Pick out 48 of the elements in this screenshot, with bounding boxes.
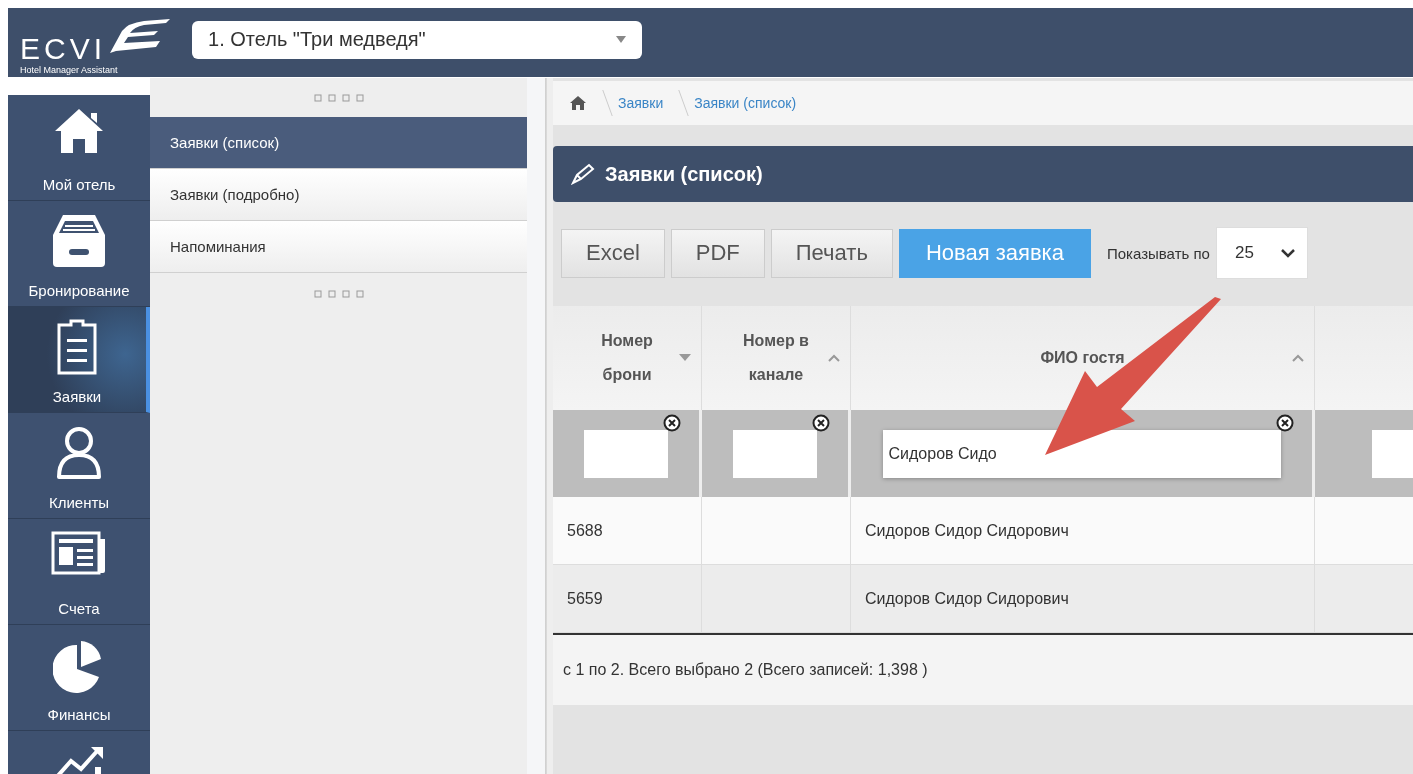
newspaper-icon [51,531,107,575]
home-icon[interactable] [569,95,587,111]
export-button[interactable]: Печать [770,228,893,278]
column-title: ФИО гостя [1040,348,1125,368]
panel-title: Заявки (список) [605,162,763,186]
breadcrumb-link[interactable]: Заявки (список) [694,95,797,111]
filter-input[interactable]: Сидоров Сидо [882,429,1281,478]
column-header[interactable]: Номер в канале [702,306,851,410]
table-cell: 5688 [553,497,702,565]
column-header[interactable]: Номер брони [553,306,702,410]
breadcrumb-link[interactable]: Заявки [618,95,664,111]
logo-wordmark: ECVI [20,33,107,65]
records-summary: с 1 по 2. Всего выбрано 2 (Всего записей: 1,398 ) [563,661,928,679]
page-size-select[interactable]: 25 [1215,227,1308,279]
drag-handle-icon[interactable] [312,93,365,103]
page-size-label: Показывать по [1106,244,1210,262]
table-cell: Сидоров Сидор Сидорович [851,565,1315,633]
export-button[interactable]: PDF [670,228,765,278]
panel-splitter[interactable] [527,78,553,774]
hotel-select[interactable]: 1. Отель "Три медведя" [192,20,643,59]
column-title: Номер брони [600,331,654,385]
person-icon [55,425,103,481]
clear-icon[interactable] [812,414,830,432]
pencil-icon [571,163,595,185]
home-icon [53,107,105,155]
sidebar-item[interactable]: Заявки [8,307,150,413]
table-cell: 5659 [553,565,702,633]
clear-icon[interactable] [663,414,681,432]
submenu-item[interactable]: Заявки (список) [150,117,527,169]
logo-tagline: Hotel Manager Assistant [20,65,119,76]
chevron-down-icon [1280,248,1295,258]
dropdown-caret-icon [616,36,627,43]
sidebar-item[interactable]: Счета [8,519,150,625]
submenu-item[interactable]: Заявки (подробно) [150,169,527,221]
filter-input[interactable] [584,429,668,478]
clear-icon[interactable] [1276,414,1294,432]
export-button[interactable]: Excel [561,228,665,278]
archive-drawer-icon [51,213,107,269]
filter-input[interactable] [733,429,817,478]
drag-handle-icon[interactable] [312,289,365,299]
submenu-item[interactable]: Напоминания [150,221,527,273]
sidebar-item[interactable]: Мой отель [8,95,150,201]
sidebar-item[interactable]: Финансы [8,625,150,731]
table-cell: Сидоров Сидор Сидорович [851,497,1315,565]
column-header[interactable]: ФИО гостя [851,306,1315,410]
column-title: Номер в канале [742,331,810,385]
clipboard-icon [55,319,99,375]
sidebar-item[interactable]: Бронирование [8,201,150,307]
